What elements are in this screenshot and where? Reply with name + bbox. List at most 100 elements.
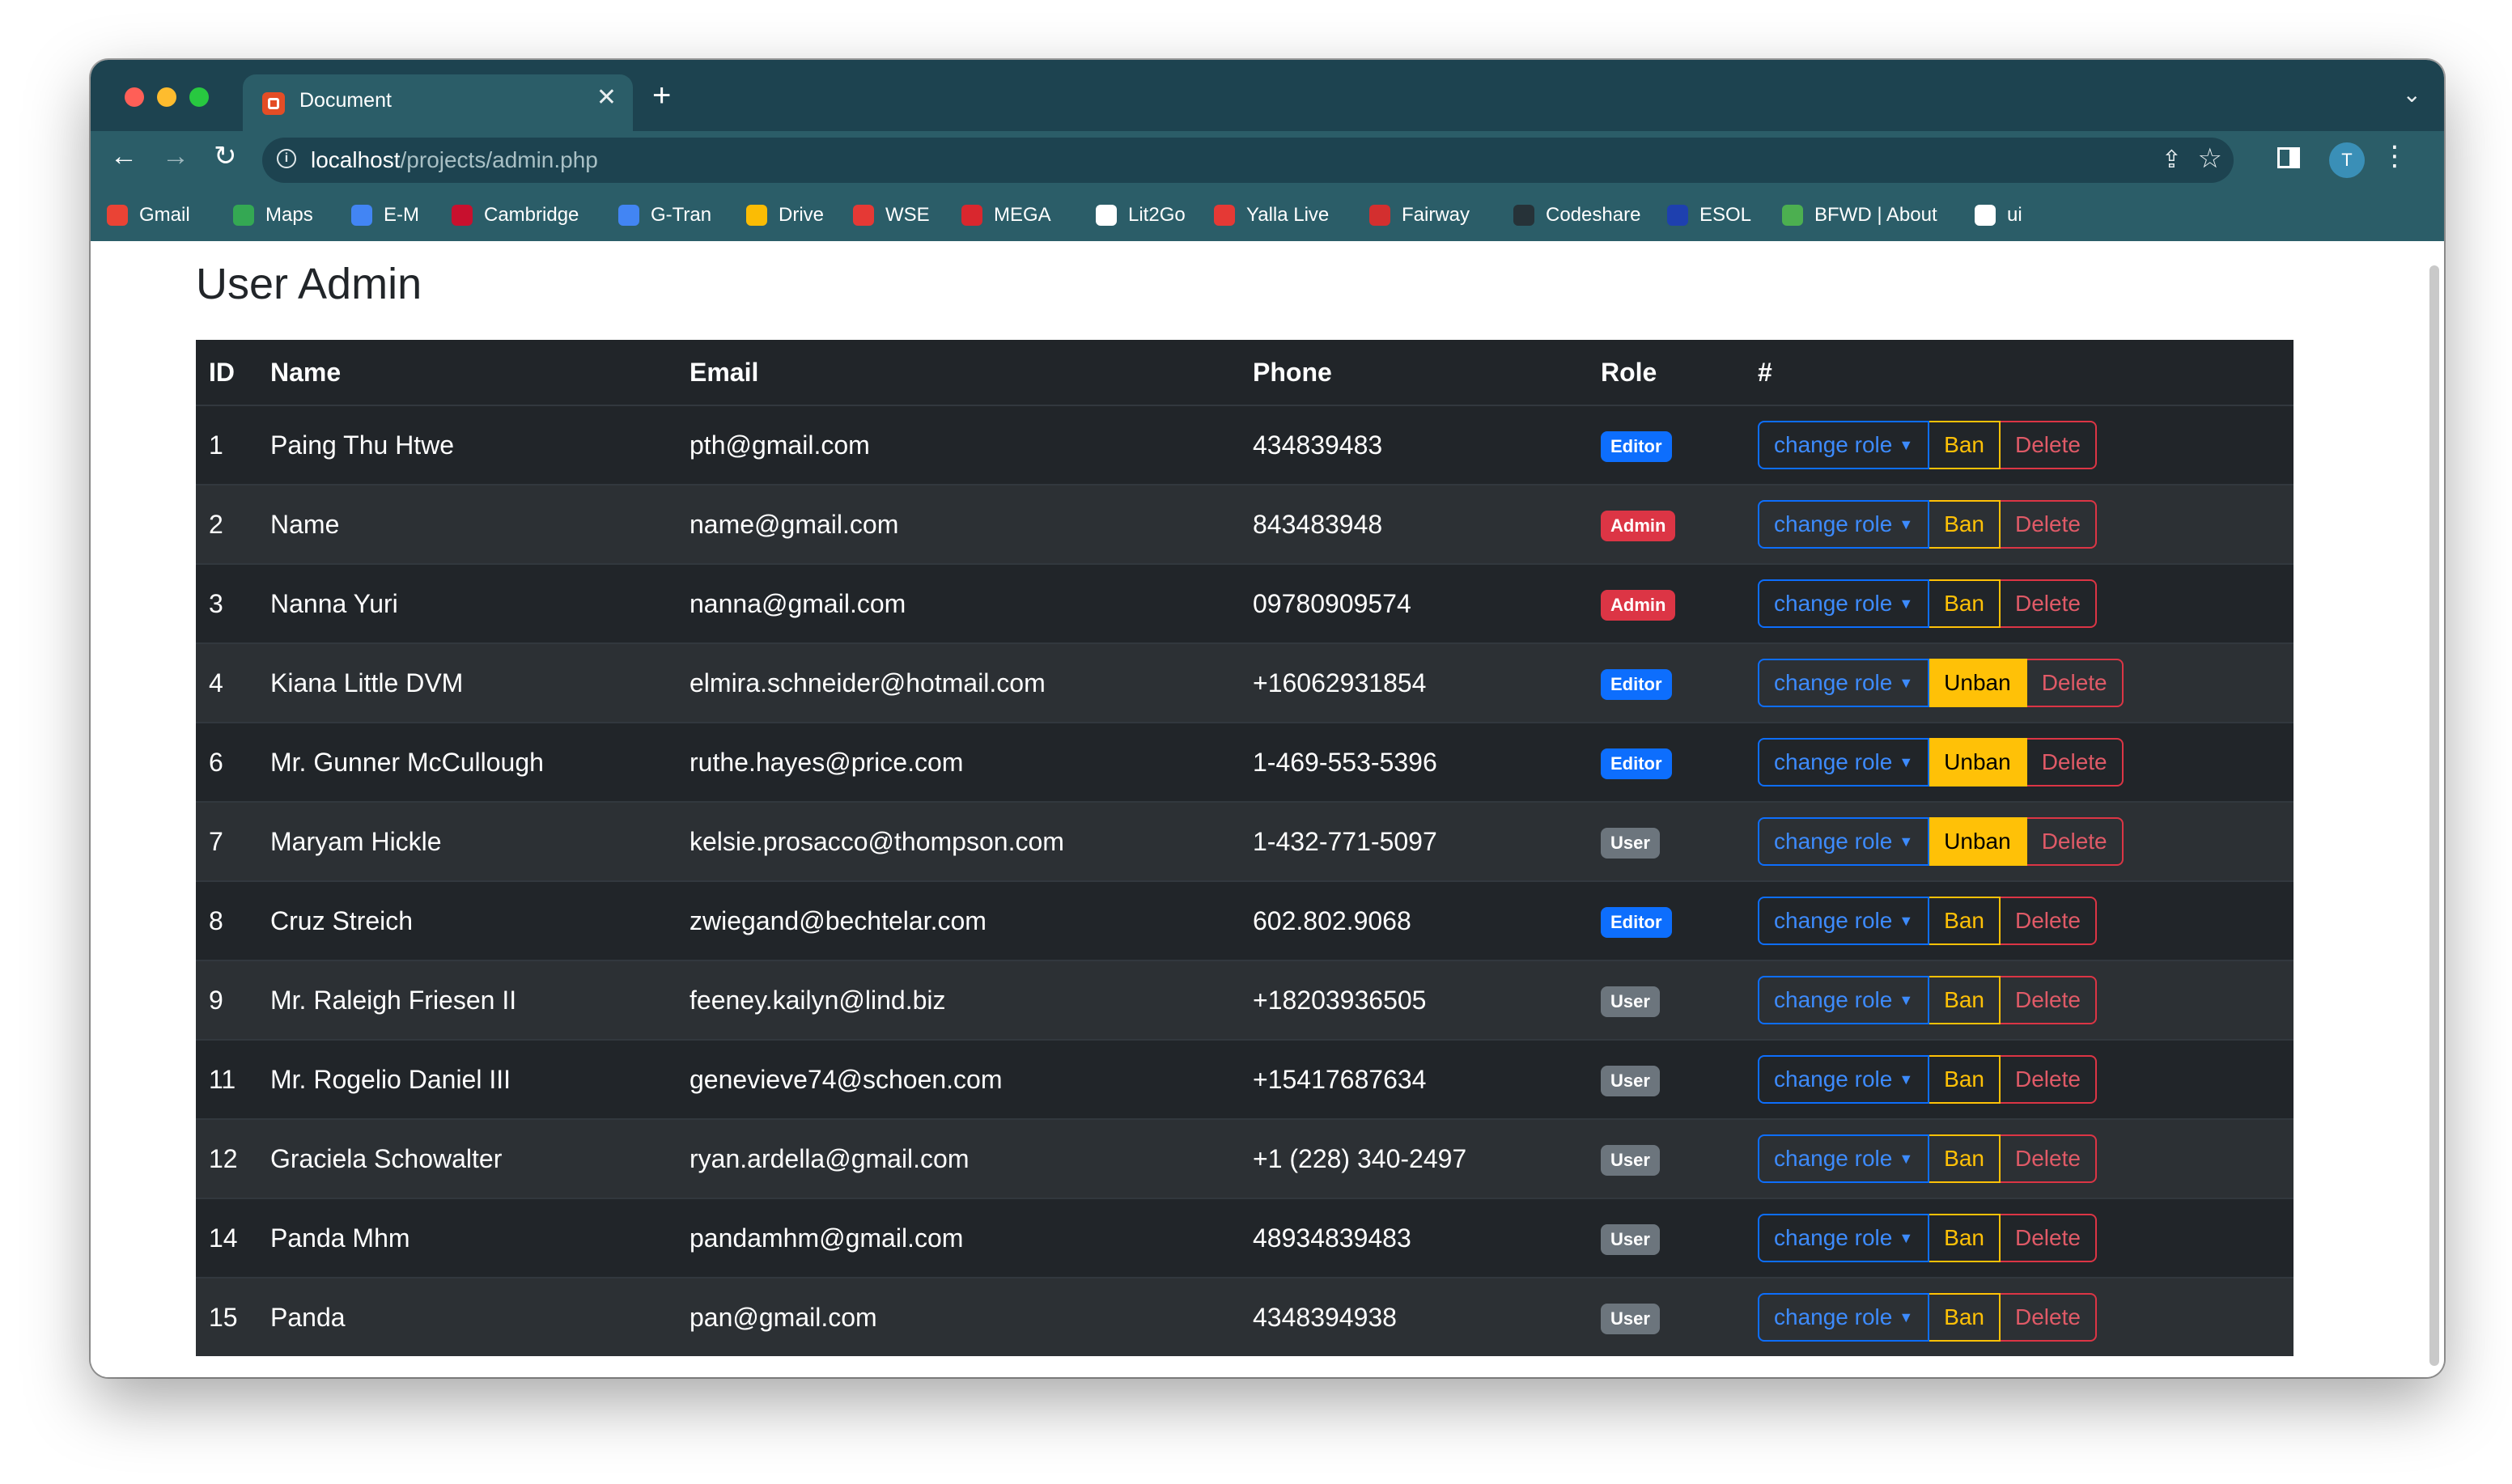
change-role-dropdown[interactable]: change role ▼ xyxy=(1758,897,1930,945)
bookmark-item[interactable]: Gmail xyxy=(107,201,190,230)
cell-id: 14 xyxy=(209,1223,238,1253)
delete-button[interactable]: Delete xyxy=(2001,1055,2097,1104)
change-role-dropdown[interactable]: change role ▼ xyxy=(1758,976,1930,1024)
bookmark-item[interactable]: WSE xyxy=(853,201,930,230)
browser-menu-icon[interactable]: ⋮ xyxy=(2381,142,2408,170)
change-role-dropdown[interactable]: change role ▼ xyxy=(1758,1134,1930,1183)
bookmark-label: MEGA xyxy=(994,204,1051,226)
cell-actions: change role ▼ Unban Delete xyxy=(1758,659,2292,707)
table-row: 3 Nanna Yuri nanna@gmail.com 09780909574 Adm… xyxy=(196,563,2293,642)
bookmark-item[interactable]: Yalla Live xyxy=(1214,201,1329,230)
delete-button[interactable]: Delete xyxy=(2026,738,2124,787)
ban-button[interactable]: Ban xyxy=(1929,897,2001,945)
delete-button[interactable]: Delete xyxy=(2026,817,2124,866)
unban-button[interactable]: Unban xyxy=(1929,817,2027,866)
bookmark-item[interactable]: Fairway xyxy=(1369,201,1470,230)
cell-phone: 1-469-553-5396 xyxy=(1253,747,1437,777)
delete-button[interactable]: Delete xyxy=(2001,500,2097,549)
ban-button[interactable]: Ban xyxy=(1929,1134,2001,1183)
table-row: 7 Maryam Hickle kelsie.prosacco@thompson.c… xyxy=(196,801,2293,880)
bookmark-favicon-icon xyxy=(1782,205,1803,226)
new-tab-button[interactable]: + xyxy=(652,79,671,112)
change-role-dropdown[interactable]: change role ▼ xyxy=(1758,500,1930,549)
change-role-dropdown[interactable]: change role ▼ xyxy=(1758,1214,1930,1262)
chevron-down-icon[interactable]: ⌄ xyxy=(2403,81,2421,108)
change-role-dropdown[interactable]: change role ▼ xyxy=(1758,817,1930,866)
cell-phone: 602.802.9068 xyxy=(1253,905,1411,935)
ban-button[interactable]: Ban xyxy=(1929,579,2001,628)
bookmark-item[interactable]: BFWD | About xyxy=(1782,201,1937,230)
close-window-button[interactable] xyxy=(125,87,144,107)
cell-email: feeney.kailyn@lind.biz xyxy=(690,985,946,1015)
ban-button[interactable]: Ban xyxy=(1929,976,2001,1024)
cell-phone: 434839483 xyxy=(1253,430,1383,460)
vertical-scrollbar[interactable] xyxy=(2429,265,2439,1366)
cell-actions: change role ▼ Ban Delete xyxy=(1758,1055,2292,1104)
ban-button[interactable]: Ban xyxy=(1929,1214,2001,1262)
delete-button[interactable]: Delete xyxy=(2001,421,2097,469)
unban-button[interactable]: Unban xyxy=(1929,659,2027,707)
table-row: 11 Mr. Rogelio Daniel III genevieve74@scho… xyxy=(196,1039,2293,1118)
back-arrow-icon[interactable]: ← xyxy=(110,142,138,170)
delete-button[interactable]: Delete xyxy=(2001,1214,2097,1262)
change-role-dropdown[interactable]: change role ▼ xyxy=(1758,659,1930,707)
profile-avatar[interactable]: T xyxy=(2329,142,2365,178)
bookmark-item[interactable]: Codeshare xyxy=(1513,201,1640,230)
bookmark-item[interactable]: ESOL xyxy=(1667,201,1751,230)
cell-name: Panda xyxy=(270,1302,346,1332)
change-role-dropdown[interactable]: change role ▼ xyxy=(1758,1293,1930,1342)
change-role-dropdown[interactable]: change role ▼ xyxy=(1758,1055,1930,1104)
delete-button[interactable]: Delete xyxy=(2001,976,2097,1024)
unban-button[interactable]: Unban xyxy=(1929,738,2027,787)
role-badge: Editor xyxy=(1601,668,1672,700)
delete-button[interactable]: Delete xyxy=(2026,659,2124,707)
address-bar[interactable]: i localhost/projects/admin.php ⇪ ☆ xyxy=(262,138,2234,183)
bookmark-favicon-icon xyxy=(351,205,372,226)
bookmark-item[interactable]: MEGA xyxy=(961,201,1051,230)
bookmark-star-icon[interactable]: ☆ xyxy=(2198,142,2222,175)
side-panel-icon[interactable] xyxy=(2277,147,2300,168)
tab-document[interactable]: Document ✕ xyxy=(243,74,633,131)
bookmark-item[interactable]: E-M xyxy=(351,201,419,230)
ban-button[interactable]: Ban xyxy=(1929,421,2001,469)
bookmark-favicon-icon xyxy=(1667,205,1688,226)
share-icon[interactable]: ⇪ xyxy=(2162,146,2182,174)
maximize-window-button[interactable] xyxy=(189,87,209,107)
cell-email: name@gmail.com xyxy=(690,509,899,539)
close-tab-icon[interactable]: ✕ xyxy=(596,86,617,110)
caret-down-icon: ▼ xyxy=(1899,674,1914,691)
bookmark-label: Codeshare xyxy=(1546,204,1641,226)
delete-button[interactable]: Delete xyxy=(2001,1293,2097,1342)
cell-phone: +15417687634 xyxy=(1253,1064,1427,1094)
change-role-dropdown[interactable]: change role ▼ xyxy=(1758,579,1930,628)
bookmark-item[interactable]: G-Tran xyxy=(618,201,711,230)
delete-button[interactable]: Delete xyxy=(2001,897,2097,945)
bookmark-item[interactable]: Maps xyxy=(233,201,313,230)
bookmark-item[interactable]: Cambridge xyxy=(452,201,579,230)
ban-button[interactable]: Ban xyxy=(1929,1293,2001,1342)
role-badge: User xyxy=(1601,1303,1660,1334)
site-info-icon[interactable]: i xyxy=(277,149,296,168)
delete-button[interactable]: Delete xyxy=(2001,1134,2097,1183)
bookmark-favicon-icon xyxy=(1096,205,1117,226)
minimize-window-button[interactable] xyxy=(157,87,176,107)
url-text[interactable]: localhost/projects/admin.php xyxy=(311,147,598,173)
bookmark-item[interactable]: Lit2Go xyxy=(1096,201,1186,230)
column-header-actions: # xyxy=(1758,357,1772,387)
ban-button[interactable]: Ban xyxy=(1929,500,2001,549)
bookmark-item[interactable]: Drive xyxy=(746,201,824,230)
bookmark-item[interactable]: ui xyxy=(1975,201,2022,230)
cell-phone: 1-432-771-5097 xyxy=(1253,826,1437,856)
delete-button[interactable]: Delete xyxy=(2001,579,2097,628)
cell-phone: +1 (228) 340-2497 xyxy=(1253,1143,1467,1173)
forward-arrow-icon[interactable]: → xyxy=(162,142,189,170)
bookmark-label: Lit2Go xyxy=(1128,204,1186,226)
cell-phone: 843483948 xyxy=(1253,509,1383,539)
ban-button[interactable]: Ban xyxy=(1929,1055,2001,1104)
cell-email: elmira.schneider@hotmail.com xyxy=(690,668,1046,697)
change-role-dropdown[interactable]: change role ▼ xyxy=(1758,738,1930,787)
page-title: User Admin xyxy=(196,260,422,308)
cell-role: User xyxy=(1601,1301,1758,1334)
change-role-dropdown[interactable]: change role ▼ xyxy=(1758,421,1930,469)
reload-icon[interactable]: ↻ xyxy=(214,142,237,170)
